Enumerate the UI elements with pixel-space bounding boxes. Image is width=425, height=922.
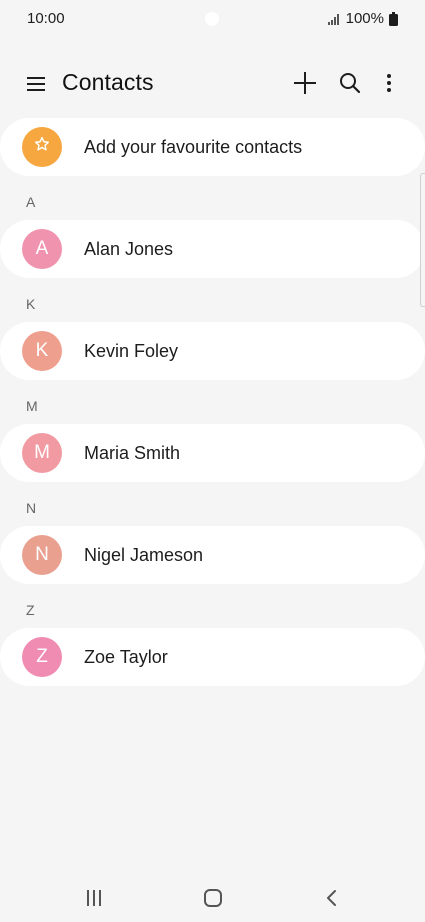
front-camera bbox=[205, 12, 219, 26]
contact-item-zoe-taylor[interactable]: Z Zoe Taylor bbox=[0, 628, 425, 686]
status-icons: 100% bbox=[327, 10, 398, 27]
search-icon[interactable] bbox=[336, 68, 364, 98]
home-icon[interactable] bbox=[202, 884, 224, 912]
contact-name: Alan Jones bbox=[84, 238, 174, 259]
contact-name: Maria Smith bbox=[84, 442, 181, 463]
section-header-n: N bbox=[26, 500, 37, 516]
contact-avatar: K bbox=[22, 331, 62, 371]
favourites-avatar bbox=[22, 127, 62, 167]
star-icon bbox=[34, 136, 50, 158]
favourites-label: Add your favourite contacts bbox=[84, 136, 303, 157]
contact-item-kevin-foley[interactable]: K Kevin Foley bbox=[0, 322, 425, 380]
section-header-a: A bbox=[26, 194, 36, 210]
status-time: 10:00 bbox=[27, 10, 65, 27]
contact-avatar: N bbox=[22, 535, 62, 575]
app-bar: Contacts bbox=[0, 56, 425, 112]
contact-avatar: M bbox=[22, 433, 62, 473]
contact-item-alan-jones[interactable]: A Alan Jones bbox=[0, 220, 425, 278]
menu-icon[interactable] bbox=[22, 70, 50, 98]
contact-avatar: A bbox=[22, 229, 62, 269]
contact-item-maria-smith[interactable]: M Maria Smith bbox=[0, 424, 425, 482]
status-bar: 10:00 100% bbox=[0, 0, 425, 36]
back-icon[interactable] bbox=[322, 884, 342, 912]
contact-name: Zoe Taylor bbox=[84, 646, 168, 667]
more-options-icon[interactable] bbox=[378, 68, 400, 98]
battery-icon bbox=[389, 11, 398, 26]
contact-avatar: Z bbox=[22, 637, 62, 677]
fast-scroll-handle[interactable] bbox=[420, 173, 425, 307]
section-header-m: M bbox=[26, 398, 38, 414]
section-header-k: K bbox=[26, 296, 36, 312]
page-title: Contacts bbox=[62, 69, 154, 95]
battery-percent: 100% bbox=[345, 10, 384, 27]
recent-apps-icon[interactable] bbox=[84, 884, 104, 912]
section-header-z: Z bbox=[26, 602, 35, 618]
contact-name: Nigel Jameson bbox=[84, 544, 204, 565]
signal-icon bbox=[327, 13, 341, 25]
favourites-card[interactable]: Add your favourite contacts bbox=[0, 118, 425, 176]
contact-name: Kevin Foley bbox=[84, 340, 179, 361]
add-icon[interactable] bbox=[290, 68, 320, 98]
navigation-bar bbox=[0, 874, 425, 922]
contact-item-nigel-jameson[interactable]: N Nigel Jameson bbox=[0, 526, 425, 584]
